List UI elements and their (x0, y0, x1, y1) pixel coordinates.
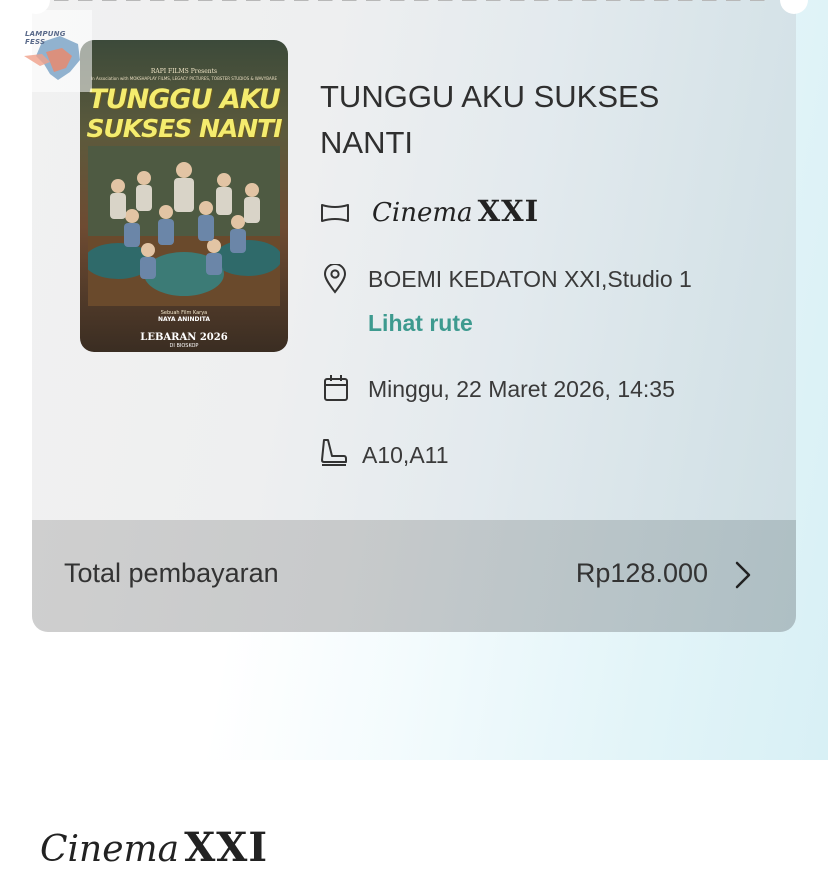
show-datetime: Minggu, 22 Maret 2026, 14:35 (368, 376, 675, 402)
seat-numbers: A10,A11 (362, 442, 449, 468)
chevron-right-icon[interactable] (734, 560, 752, 594)
total-payment-amount: Rp128.000 (575, 558, 708, 588)
cinema-location: BOEMI KEDATON XXI,Studio 1 (368, 266, 692, 292)
screen-icon (320, 202, 350, 228)
watermark-text: LAMPUNG FESS (25, 30, 66, 46)
footer-brand-xxi: XXI (184, 824, 269, 871)
footer-cinema-logo: Cinema XXI (40, 824, 268, 871)
ticket-perforation (54, 0, 774, 1)
poster-title-line2: SUKSES NANTI (86, 114, 282, 143)
movie-poster[interactable]: RAPI FILMS Presents In Association with … (80, 40, 288, 352)
view-route-link[interactable]: Lihat rute (368, 310, 473, 337)
cinema-brand: Cinema XXI (372, 194, 539, 228)
movie-title: TUNGGU AKU SUKSES NANTI (320, 79, 660, 160)
poster-publisher: RAPI FILMS Presents (150, 68, 218, 75)
poster-release-sub: DI BIOSKOP (169, 343, 199, 349)
footer-brand-script: Cinema (40, 829, 180, 870)
cinema-brand-script: Cinema (372, 198, 473, 228)
total-payment-label: Total pembayaran (64, 558, 279, 588)
poster-director: NAYA ANINDITA (158, 316, 210, 323)
poster-release: LEBARAN 2026 (140, 332, 228, 343)
calendar-icon (323, 374, 349, 406)
poster-title-line1: TUNGGU AKU (88, 84, 280, 115)
seat-icon (320, 438, 348, 472)
payment-total-bar[interactable]: Total pembayaran Rp128.000 (32, 520, 796, 632)
watermark-logo: LAMPUNG FESS (14, 10, 92, 92)
cinema-brand-xxi: XXI (477, 194, 540, 228)
poster-artwork (88, 146, 280, 306)
ticket-card: RAPI FILMS Presents In Association with … (32, 0, 796, 632)
location-pin-icon (323, 263, 347, 298)
poster-credit: In Association with MOKSHAPLAY FILMS, LE… (90, 76, 278, 81)
